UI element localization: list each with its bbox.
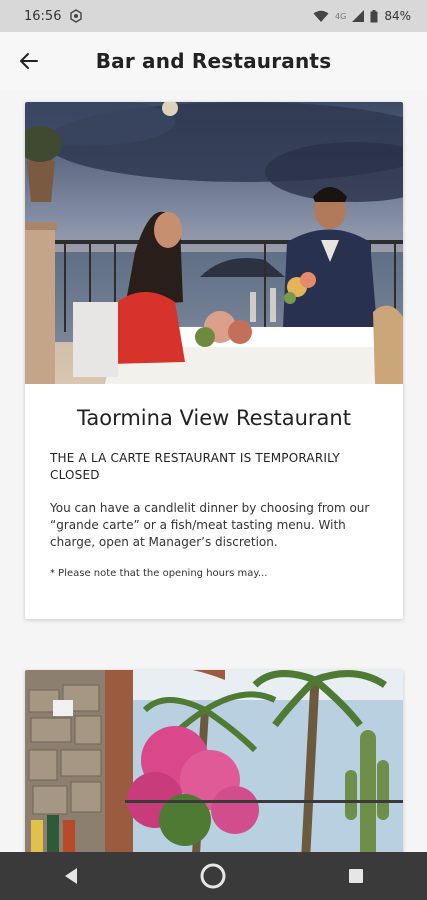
notification-icon bbox=[69, 9, 83, 23]
page-title: Bar and Restaurants bbox=[95, 49, 332, 73]
card-body: Taormina View Restaurant THE A LA CARTE … bbox=[25, 384, 403, 581]
network-type: 4G bbox=[335, 11, 347, 21]
square-recents-icon bbox=[348, 869, 363, 883]
status-left: 16:56 bbox=[24, 9, 83, 24]
restaurant-card[interactable]: Taormina View Restaurant THE A LA CARTE … bbox=[25, 102, 403, 619]
signal-icon bbox=[352, 10, 365, 22]
opening-hours-note: * Please note that the opening hours may… bbox=[50, 568, 268, 579]
arrow-left-icon bbox=[20, 53, 38, 69]
status-right: 4G 84% bbox=[313, 9, 411, 23]
nav-back-button[interactable] bbox=[41, 856, 101, 896]
system-nav-bar bbox=[0, 852, 427, 900]
restaurant-status: THE A LA CARTE RESTAURANT IS TEMPORARILY… bbox=[50, 451, 340, 482]
restaurant-photo bbox=[25, 102, 403, 384]
battery-percent: 84% bbox=[384, 9, 411, 23]
status-bar: 16:56 4G 84% bbox=[0, 0, 427, 32]
nav-home-button[interactable] bbox=[183, 856, 243, 896]
back-button[interactable] bbox=[14, 46, 44, 76]
nav-recents-button[interactable] bbox=[326, 856, 386, 896]
restaurant-photo bbox=[25, 670, 403, 852]
app-bar: Bar and Restaurants bbox=[0, 32, 427, 90]
restaurant-description: You can have a candlelit dinner by choos… bbox=[50, 501, 370, 549]
circle-home-icon bbox=[200, 863, 226, 889]
triangle-back-icon bbox=[65, 868, 78, 884]
restaurant-card[interactable] bbox=[25, 670, 403, 852]
wifi-icon bbox=[313, 10, 329, 23]
status-time: 16:56 bbox=[24, 8, 62, 24]
restaurant-name: Taormina View Restaurant bbox=[77, 406, 351, 430]
restaurant-list[interactable]: Taormina View Restaurant THE A LA CARTE … bbox=[0, 90, 427, 852]
battery-icon bbox=[370, 9, 378, 23]
